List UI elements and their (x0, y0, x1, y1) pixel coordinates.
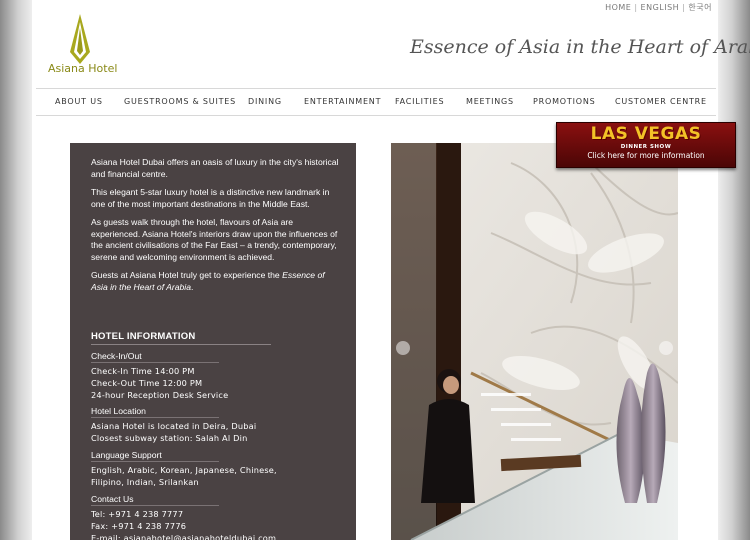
intro-text: Asiana Hotel Dubai offers an oasis of lu… (91, 157, 341, 300)
hotel-lobby-photo (391, 143, 678, 540)
intro-paragraph-2: This elegant 5-star luxury hotel is a di… (91, 187, 330, 209)
page-container: HOME | ENGLISH | 한국어 Asiana Hotel Essence of… (32, 0, 750, 543)
promo-subtitle: DINNER SHOW (620, 144, 672, 150)
hotel-information-title: HOTEL INFORMATION (91, 331, 196, 342)
location-heading: Hotel Location (91, 406, 219, 418)
nav-item-entertainment[interactable]: ENTERTAINMENT (304, 97, 381, 106)
promo-title: LAS VEGAS (590, 124, 702, 144)
english-link[interactable]: ENGLISH (641, 3, 680, 12)
nav-item-customer-centre[interactable]: CUSTOMER CENTRE (615, 97, 707, 106)
intro-paragraph-3: As guests walk through the hotel, flavou… (91, 217, 338, 262)
logo-text: Asiana Hotel (48, 62, 118, 75)
top-links: HOME | ENGLISH | 한국어 (605, 3, 712, 12)
reception-line: 24-hour Reception Desk Service (91, 389, 229, 400)
language-line: Filipino, Indian, Srilankan (91, 476, 199, 487)
korean-link[interactable]: 한국어 (688, 3, 712, 12)
location-section: Hotel Location Asiana Hotel is located i… (91, 406, 341, 445)
subway-line: Closest subway station: Salah Al Din (91, 432, 248, 443)
main-nav: ABOUT US GUESTROOMS & SUITES DINING ENTE… (36, 88, 716, 116)
contact-section: Contact Us Tel: +971 4 238 7777 Fax: +97… (91, 494, 341, 544)
email-line[interactable]: E-mail: asianahotel@asianahoteldubai.com (91, 533, 341, 544)
intro-paragraph-1: Asiana Hotel Dubai offers an oasis of lu… (91, 157, 339, 179)
nav-item-guestrooms[interactable]: GUESTROOMS & SUITES (124, 97, 236, 106)
intro-paragraph-4: Guests at Asiana Hotel truly get to expe… (91, 270, 325, 292)
nav-item-meetings[interactable]: MEETINGS (466, 97, 514, 106)
nav-item-promotions[interactable]: PROMOTIONS (533, 97, 595, 106)
checkin-line: Check-In Time 14:00 PM (91, 366, 195, 376)
home-link[interactable]: HOME (605, 3, 631, 12)
contact-heading: Contact Us (91, 494, 219, 506)
las-vegas-promo-banner[interactable]: LAS VEGAS DINNER SHOW Click here for mor… (556, 122, 736, 168)
nav-item-about-us[interactable]: ABOUT US (55, 97, 103, 106)
language-heading: Language Support (91, 450, 219, 462)
nav-item-dining[interactable]: DINING (248, 97, 282, 106)
language-line: English, Arabic, Korean, Japanese, Chine… (91, 465, 277, 475)
title-divider (91, 344, 271, 345)
nav-item-facilities[interactable]: FACILITIES (395, 97, 444, 106)
language-section: Language Support English, Arabic, Korean… (91, 450, 341, 489)
checkout-line: Check-Out Time 12:00 PM (91, 377, 203, 388)
tel-line: Tel: +971 4 238 7777 (91, 509, 184, 519)
tagline: Essence of Asia in the Heart of Arabia (410, 36, 750, 58)
hotel-info-panel: Asiana Hotel Dubai offers an oasis of lu… (70, 143, 356, 543)
location-line: Asiana Hotel is located in Deira, Dubai (91, 421, 257, 431)
fax-line: Fax: +971 4 238 7776 (91, 520, 187, 531)
checkin-section: Check-In/Out Check-In Time 14:00 PM Chec… (91, 351, 341, 401)
promo-cta: Click here for more information (587, 151, 705, 160)
checkin-heading: Check-In/Out (91, 351, 219, 363)
